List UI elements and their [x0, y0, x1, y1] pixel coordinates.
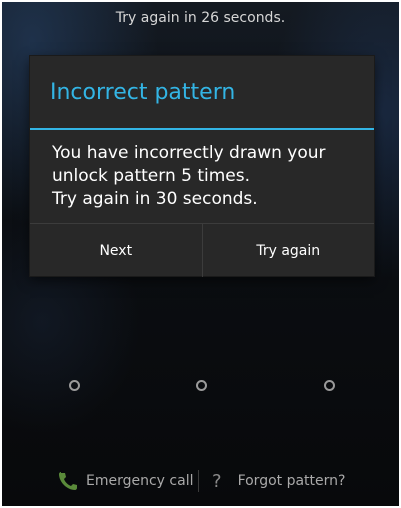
incorrect-pattern-dialog: Incorrect pattern You have incorrectly d…	[30, 56, 374, 277]
pattern-dot-center[interactable]	[196, 380, 207, 391]
dialog-message-line: You have incorrectly drawn your	[52, 143, 326, 163]
forgot-pattern-label: Forgot pattern?	[237, 473, 346, 489]
next-button[interactable]: Next	[30, 224, 202, 277]
lockout-countdown-text: Try again in 26 seconds.	[115, 10, 286, 26]
lock-screen: Try again in 26 seconds. Incorrect patte…	[2, 2, 399, 506]
question-mark-icon: ?	[212, 470, 222, 492]
pattern-dot-left[interactable]	[69, 380, 80, 391]
phone-icon	[59, 472, 77, 490]
dialog-message: You have incorrectly drawn your unlock p…	[52, 142, 362, 211]
dialog-message-line: Try again in 30 seconds.	[52, 189, 258, 209]
footer-separator	[198, 470, 199, 492]
emergency-call-label: Emergency call	[86, 473, 194, 489]
pattern-dot-right[interactable]	[324, 380, 335, 391]
try-again-button[interactable]: Try again	[201, 224, 375, 277]
dialog-title-divider	[30, 128, 374, 130]
forgot-pattern-button[interactable]: ? Forgot pattern?	[212, 471, 345, 492]
dialog-title: Incorrect pattern	[50, 80, 236, 105]
dialog-message-line: unlock pattern 5 times.	[52, 166, 251, 186]
emergency-call-button[interactable]: Emergency call	[56, 469, 193, 493]
dialog-button-bar: Next Try again	[30, 223, 374, 277]
lock-screen-footer: Emergency call ? Forgot pattern?	[2, 466, 399, 496]
